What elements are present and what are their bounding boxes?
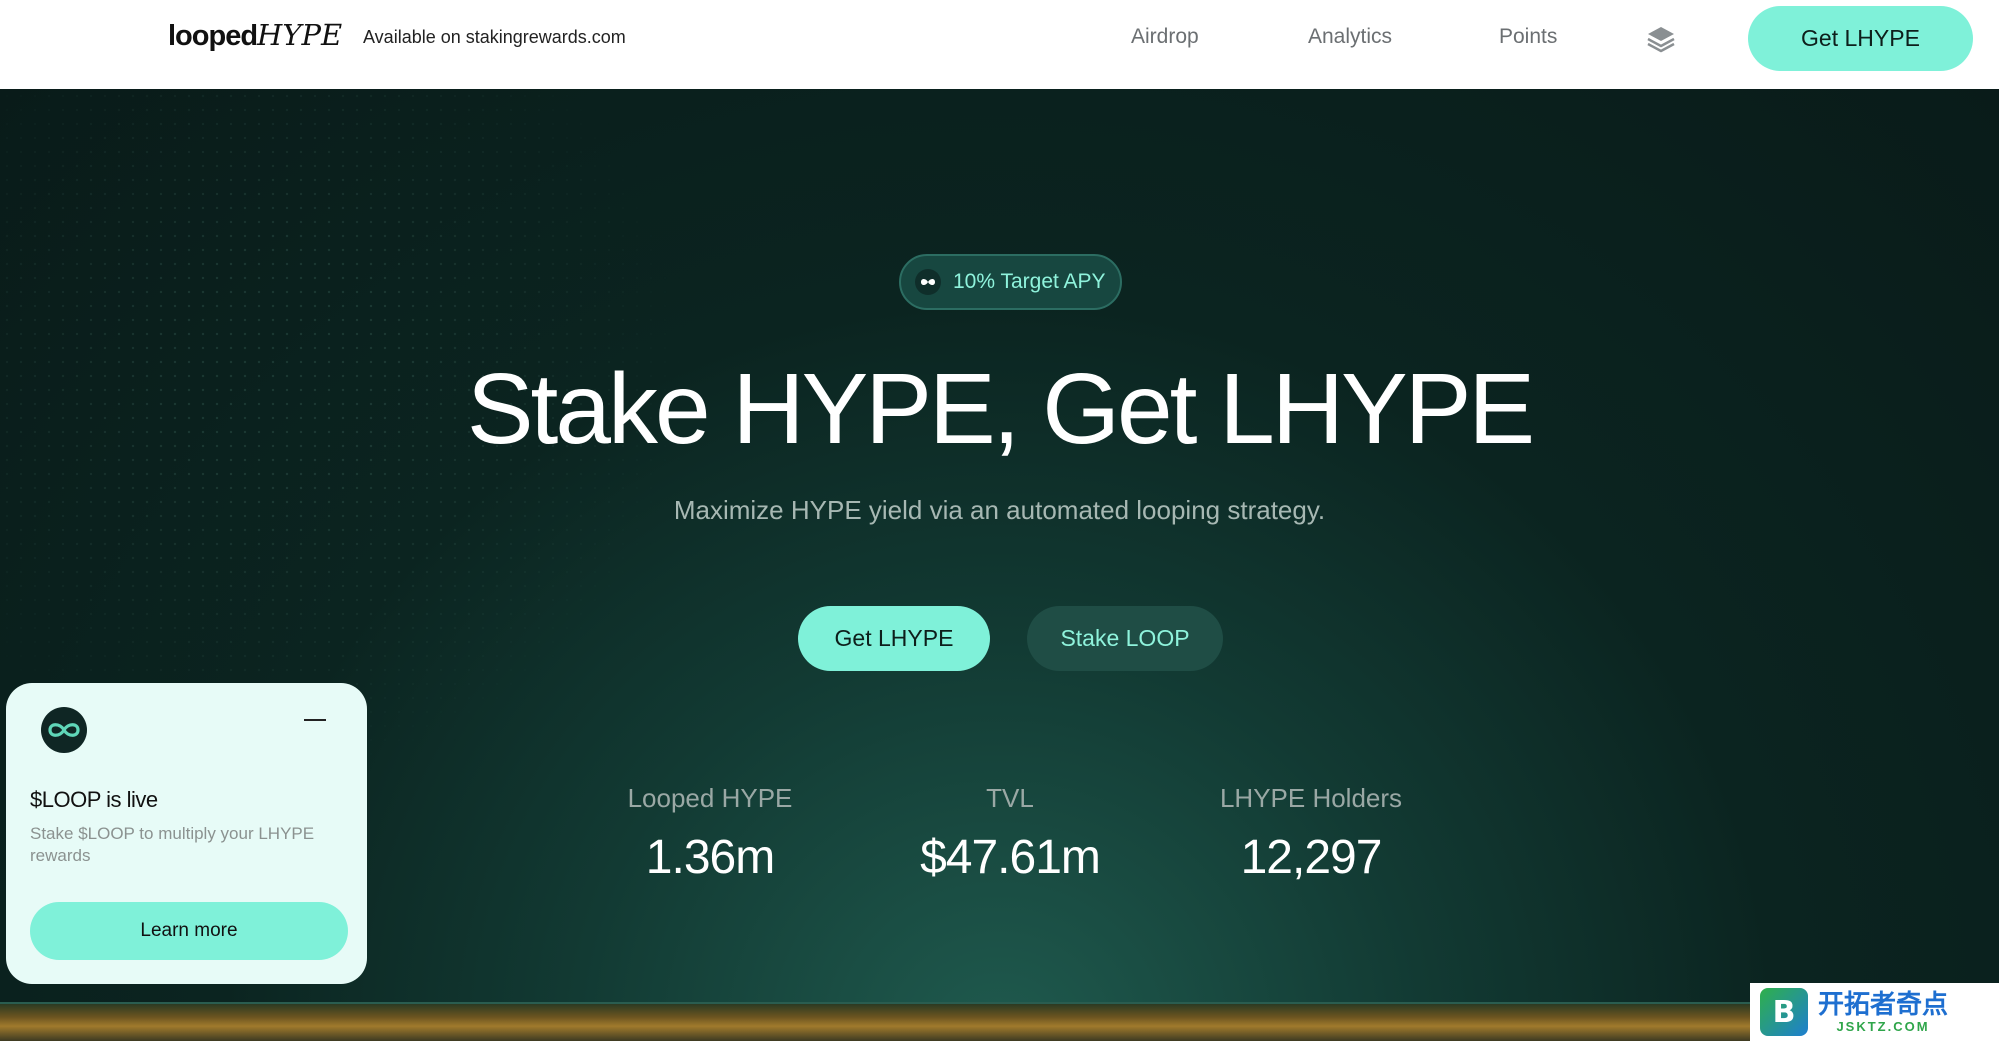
apy-badge-text: 10% Target APY: [953, 270, 1106, 293]
nav-points[interactable]: Points: [1499, 25, 1557, 49]
stat-tvl: TVL $47.61m: [900, 783, 1120, 885]
logo-accent-text: HYPE: [257, 18, 343, 52]
popup-description: Stake $LOOP to multiply your LHYPE rewar…: [30, 824, 315, 865]
landscape-image: [0, 1004, 1999, 1041]
logo[interactable]: looped HYPE: [168, 18, 342, 58]
site-header: looped HYPE Available on stakingrewards.c…: [0, 0, 1999, 89]
hero-subtitle: Maximize HYPE yield via an automated loo…: [673, 495, 1326, 525]
stat-label: Looped HYPE: [627, 783, 793, 813]
watermark-text: 开拓者奇点 JSKTZ.COM: [1818, 991, 1948, 1034]
stat-label: TVL: [986, 783, 1034, 813]
watermark-logo: B: [1760, 988, 1808, 1036]
availability-text[interactable]: Available on stakingrewards.com: [363, 27, 626, 48]
get-lhype-button[interactable]: Get LHYPE: [798, 606, 990, 671]
popup-title: $LOOP is live: [30, 787, 158, 812]
nav-analytics[interactable]: Analytics: [1308, 25, 1392, 49]
loop-live-popup: $LOOP is live Stake $LOOP to multiply yo…: [6, 683, 367, 984]
stat-label: LHYPE Holders: [1219, 783, 1403, 813]
stake-loop-button[interactable]: Stake LOOP: [1027, 606, 1223, 671]
loop-logo-icon: [41, 707, 87, 753]
hero-title: Stake HYPE, Get LHYPE: [466, 353, 1535, 465]
stat-value: 12,297: [1240, 831, 1383, 884]
apy-badge: 10% Target APY: [899, 254, 1122, 310]
watermark: B 开拓者奇点 JSKTZ.COM: [1750, 983, 1999, 1041]
logo-main-text: looped: [168, 20, 258, 52]
layers-icon: [1647, 27, 1675, 53]
stat-looped-hype: Looped HYPE 1.36m: [600, 783, 820, 885]
watermark-name: 开拓者奇点: [1818, 989, 1949, 1020]
layers-button[interactable]: [1644, 22, 1678, 56]
infinity-icon: [915, 269, 941, 295]
stat-lhype-holders: LHYPE Holders 12,297: [1201, 783, 1421, 885]
header-get-lhype-button[interactable]: Get LHYPE: [1748, 6, 1973, 71]
stat-value: $47.61m: [920, 831, 1101, 884]
minimize-button[interactable]: [304, 719, 326, 721]
learn-more-button[interactable]: Learn more: [30, 902, 348, 960]
watermark-domain: JSKTZ.COM: [1836, 1018, 1930, 1034]
stat-value: 1.36m: [645, 831, 775, 884]
nav-airdrop[interactable]: Airdrop: [1131, 25, 1199, 49]
